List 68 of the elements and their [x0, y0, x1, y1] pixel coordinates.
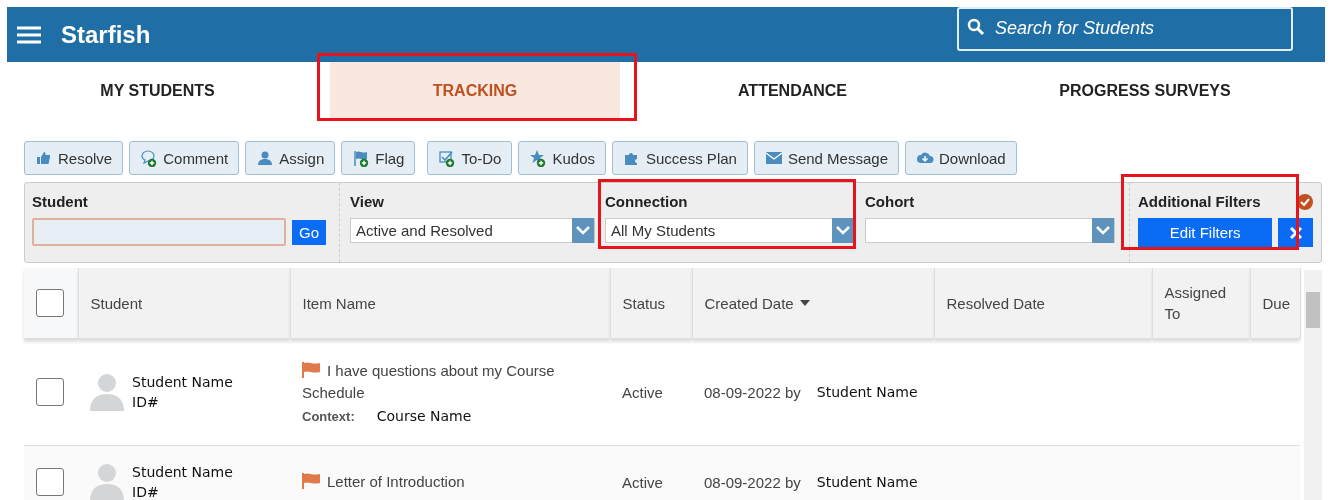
- comment-icon: [140, 149, 159, 167]
- status-text: Active: [622, 473, 663, 491]
- checkbox[interactable]: [36, 468, 64, 496]
- sort-down-icon: [799, 300, 810, 306]
- tab[interactable]: ATTENDANCE: [732, 62, 853, 120]
- toolbar-button[interactable]: To-Do: [427, 141, 513, 175]
- dropdown[interactable]: All My Students: [605, 218, 855, 243]
- checklist-icon: [438, 149, 457, 167]
- student-field[interactable]: [32, 218, 286, 246]
- student-id: ID#: [132, 484, 160, 500]
- flag-icon: [352, 149, 371, 167]
- dropdown[interactable]: [865, 218, 1115, 243]
- search-field[interactable]: Search for Students: [957, 6, 1293, 51]
- filter-label: Connection: [605, 193, 689, 210]
- column-header[interactable]: Created Date: [692, 268, 934, 339]
- creator-name: Student Name: [816, 474, 918, 490]
- checkbox[interactable]: [36, 378, 64, 406]
- flag-icon: [302, 362, 321, 378]
- column-header[interactable]: Resolved Date: [934, 268, 1152, 339]
- search-icon: [967, 17, 985, 36]
- filter-label: Additional Filters: [1138, 193, 1261, 210]
- course-name: Course Name: [376, 408, 472, 424]
- envelope-icon: [764, 149, 783, 167]
- chevron-down-icon: [836, 226, 850, 235]
- context-label: Context:: [302, 408, 355, 424]
- column-header[interactable]: Assigned To: [1152, 268, 1250, 339]
- close-icon: [1289, 226, 1302, 239]
- toolbar-button[interactable]: Flag: [341, 141, 416, 175]
- item-name[interactable]: I have questions about my Course Schedule: [302, 360, 598, 404]
- toolbar-button[interactable]: Kudos: [518, 141, 606, 175]
- toolbar-button[interactable]: Send Message: [753, 141, 899, 175]
- toolbar-button[interactable]: Assign: [245, 141, 336, 175]
- chevron-down-icon: [1096, 226, 1110, 235]
- edit-filters-button[interactable]: Edit Filters: [1138, 218, 1273, 247]
- toolbar-button[interactable]: Download: [905, 141, 1017, 175]
- filter-label: Cohort: [865, 193, 916, 210]
- tab[interactable]: MY STUDENTS: [94, 62, 221, 120]
- flag-icon: [302, 473, 321, 489]
- app-title: Starfish: [61, 20, 152, 49]
- person-icon: [256, 149, 275, 167]
- scrollbar[interactable]: [1304, 270, 1322, 500]
- column-header[interactable]: Item Name: [290, 268, 610, 339]
- star-icon: [529, 149, 548, 167]
- thumb-up-icon: [35, 149, 53, 167]
- check-circle-icon: [1297, 193, 1313, 210]
- go-button[interactable]: Go: [292, 219, 326, 245]
- chevron-down-icon: [576, 226, 590, 235]
- column-header[interactable]: Student: [78, 268, 290, 339]
- filter-label: Student: [32, 193, 89, 210]
- dropdown[interactable]: Active and Resolved: [350, 218, 595, 243]
- toolbar-button[interactable]: Success Plan: [612, 141, 748, 175]
- creator-name: Student Name: [816, 384, 918, 400]
- student-name[interactable]: Student Name: [132, 464, 233, 480]
- status-text: Active: [622, 383, 663, 401]
- created-date: 08-09-2022 by: [704, 473, 801, 491]
- student-name[interactable]: Student Name: [132, 374, 233, 390]
- menu-icon[interactable]: [17, 25, 41, 44]
- column-header[interactable]: Due: [1250, 268, 1300, 339]
- tab[interactable]: TRACKING: [330, 62, 620, 120]
- column-header[interactable]: Status: [610, 268, 692, 339]
- filter-label: View: [350, 193, 385, 210]
- checkbox[interactable]: [36, 289, 64, 317]
- toolbar-button[interactable]: Resolve: [24, 141, 124, 175]
- toolbar-button[interactable]: Comment: [129, 141, 240, 175]
- avatar-icon: [90, 373, 124, 411]
- created-date: 08-09-2022 by: [704, 383, 801, 401]
- student-id: ID#: [132, 394, 160, 410]
- tab[interactable]: PROGRESS SURVEYS: [1053, 62, 1237, 120]
